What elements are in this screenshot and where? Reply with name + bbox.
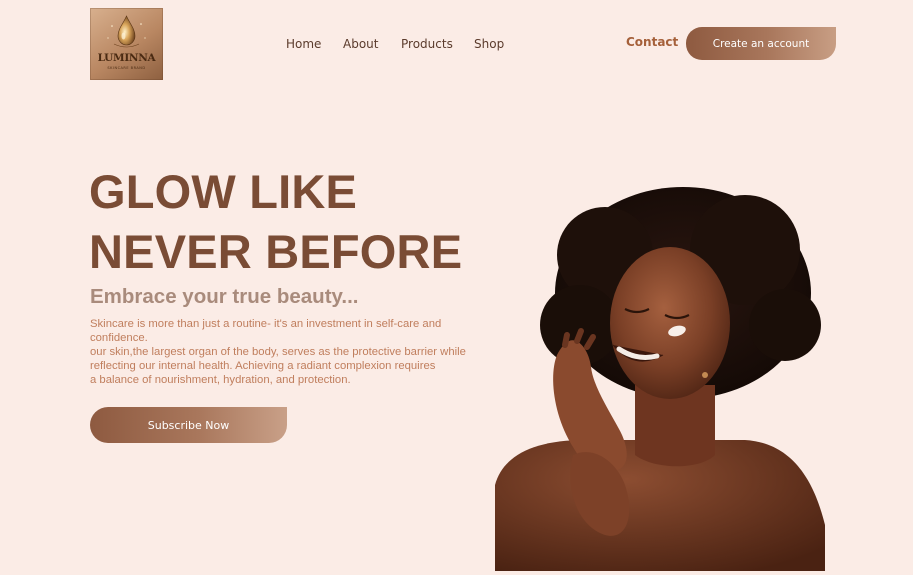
nav-item-products[interactable]: Products	[401, 37, 453, 51]
logo-wordmark: LUMINNA	[97, 52, 156, 64]
nav-item-shop[interactable]: Shop	[474, 37, 504, 51]
hero-description-line: Skincare is more than just a routine- it…	[90, 318, 442, 330]
hero-description-line: reflecting our internal health. Achievin…	[90, 360, 436, 372]
nav-item-about[interactable]: About	[343, 37, 378, 51]
create-account-button[interactable]: Create an account	[686, 27, 836, 60]
subscribe-button[interactable]: Subscribe Now	[90, 407, 287, 443]
nav-item-home[interactable]: Home	[286, 37, 321, 51]
hero-title-line-1: GLOW LIKE	[89, 165, 358, 218]
hero-description-line: our skin,the largest organ of the body, …	[90, 346, 466, 358]
contact-link[interactable]: Contact	[626, 35, 678, 49]
hero-description-line: confidence.	[90, 332, 148, 344]
hero-image	[495, 185, 825, 571]
brand-logo[interactable]: LUMINNA SKINCARE BRAND	[90, 8, 163, 80]
hero-title-line-2: NEVER BEFORE	[89, 225, 463, 278]
hero-description-line: a balance of nourishment, hydration, and…	[90, 374, 351, 386]
hero-description: Skincare is more than just a routine- it…	[90, 317, 510, 387]
hero-title: GLOW LIKE NEVER BEFORE	[89, 162, 462, 282]
logo-tagline: SKINCARE BRAND	[107, 66, 146, 70]
woman-portrait-image	[495, 187, 825, 571]
hero-subtitle: Embrace your true beauty...	[90, 285, 359, 308]
